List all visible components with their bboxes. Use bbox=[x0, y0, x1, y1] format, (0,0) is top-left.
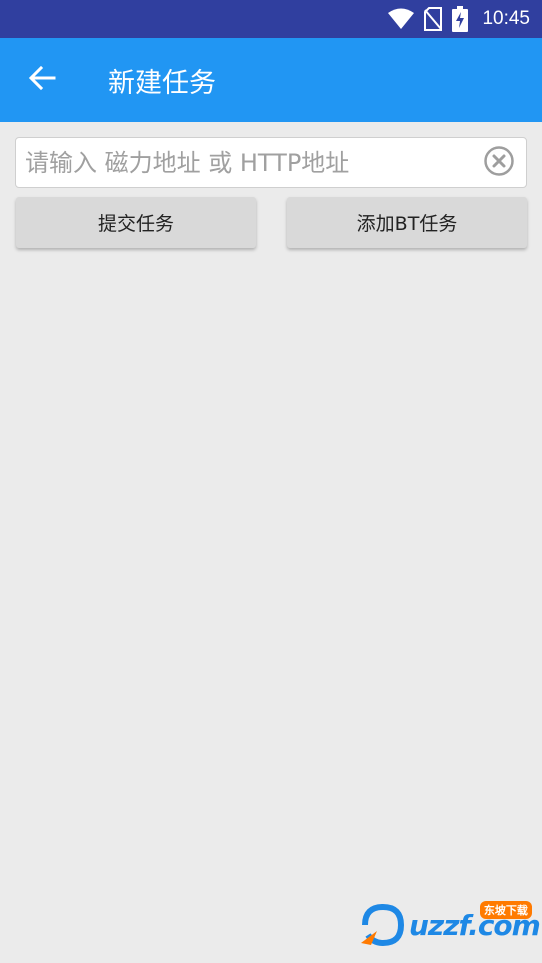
watermark-text: uzzf.com 东坡下载 bbox=[409, 900, 541, 942]
status-time: 10:45 bbox=[482, 8, 530, 29]
clear-circle-icon bbox=[483, 145, 515, 181]
app-bar: 新建任务 bbox=[0, 38, 542, 122]
back-button[interactable] bbox=[0, 38, 84, 122]
status-bar: 10:45 bbox=[0, 0, 542, 38]
battery-charging-icon bbox=[452, 6, 469, 32]
arrow-back-icon bbox=[28, 64, 56, 96]
page-title: 新建任务 bbox=[108, 67, 216, 99]
watermark: uzzf.com 东坡下载 bbox=[357, 899, 542, 951]
wifi-icon bbox=[388, 8, 415, 30]
uzzf-logo-icon bbox=[361, 903, 405, 947]
watermark-badge: 东坡下载 bbox=[479, 900, 532, 919]
url-input-container bbox=[15, 137, 527, 188]
submit-task-button[interactable]: 提交任务 bbox=[16, 197, 256, 248]
clear-button[interactable] bbox=[476, 140, 522, 186]
no-sim-icon bbox=[424, 7, 443, 31]
add-bt-task-button[interactable]: 添加BT任务 bbox=[287, 197, 527, 248]
url-input[interactable] bbox=[16, 138, 476, 187]
